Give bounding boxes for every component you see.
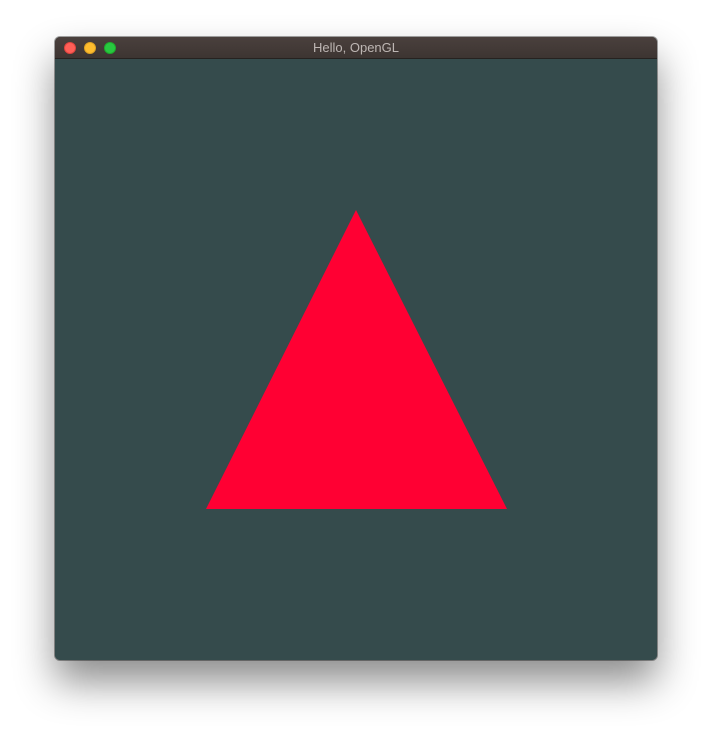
- window-title: Hello, OpenGL: [313, 40, 399, 55]
- opengl-viewport[interactable]: [55, 59, 657, 660]
- title-bar[interactable]: Hello, OpenGL: [55, 37, 657, 59]
- app-window: Hello, OpenGL: [55, 37, 657, 660]
- render-surface: [55, 59, 657, 660]
